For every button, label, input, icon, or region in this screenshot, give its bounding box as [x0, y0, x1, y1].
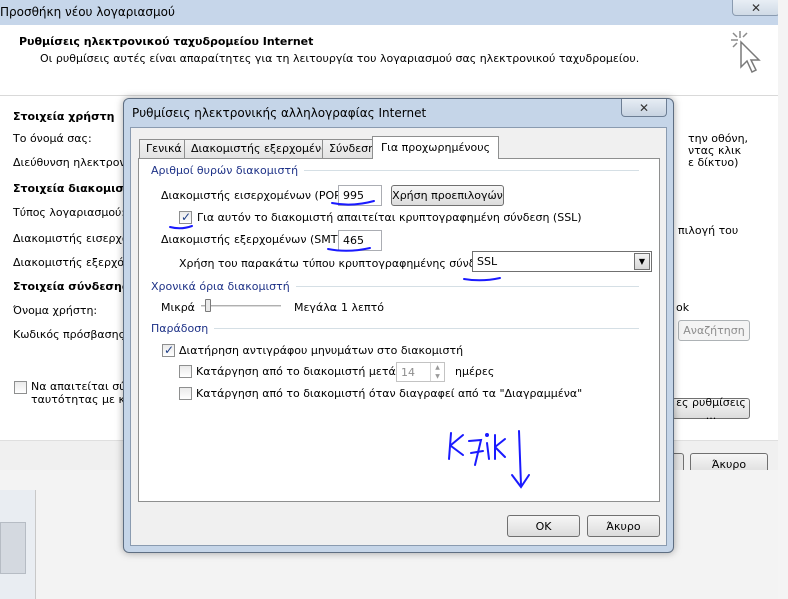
- group-ports-heading: Αριθμοί θυρών διακομιστή: [151, 164, 299, 177]
- timeout-value: 1 λεπτό: [341, 301, 384, 314]
- dropdown-arrow-icon[interactable]: ▼: [634, 253, 650, 270]
- remove-deleted-checkbox[interactable]: [179, 387, 192, 400]
- bg-right-edge: [778, 0, 788, 599]
- tab-advanced[interactable]: Για προχωρημένους: [372, 136, 500, 159]
- bg-header-title: Ρυθμίσεις ηλεκτρονικού ταχυδρομείου Inte…: [19, 35, 314, 48]
- timeout-slider[interactable]: [201, 299, 281, 313]
- ssl-checkbox[interactable]: ✓: [179, 210, 192, 224]
- more-settings-button[interactable]: ες ρυθμίσεις ...: [672, 396, 750, 422]
- timeout-long-label: Μεγάλα: [294, 301, 337, 314]
- dialog-client: Γενικά Διακομιστής εξερχομένων Σύνδεση Γ…: [130, 127, 667, 546]
- group-timeouts-heading: Χρονικά όρια διακομιστή: [151, 280, 290, 293]
- bg-close-button[interactable]: ✕: [732, 0, 780, 16]
- incoming-port-input[interactable]: 995: [338, 185, 382, 206]
- remove-after-checkbox[interactable]: [179, 365, 192, 378]
- section-user: Στοιχεία χρήστη: [13, 110, 115, 123]
- right-text-4: πιλογή του: [678, 224, 739, 237]
- section-server: Στοιχεία διακομιστή: [13, 182, 139, 195]
- timeout-slider-thumb[interactable]: [205, 299, 211, 312]
- search-button[interactable]: Αναζήτηση: [678, 320, 750, 341]
- incoming-port-label: Διακομιστής εισερχομένων (POP3):: [161, 189, 356, 202]
- label-password: Κωδικός πρόσβασης:: [13, 328, 129, 341]
- remove-deleted-label: Κατάργηση από το διακομιστή όταν διαγραφ…: [196, 387, 583, 400]
- remove-after-days-value: 14: [401, 366, 415, 379]
- right-text-3: ε δίκτυο): [688, 156, 739, 169]
- encryption-select[interactable]: SSL ▼: [472, 251, 652, 272]
- bg-header-subtitle: Οι ρυθμίσεις αυτές είναι απαραίτητες για…: [40, 52, 640, 65]
- bg-window-title: Προσθήκη νέου λογαριασμού: [0, 5, 175, 19]
- spinner-up-icon[interactable]: ▲: [430, 363, 444, 372]
- ssl-checkbox-label: Για αυτόν το διακομιστή απαιτείται κρυπτ…: [197, 211, 582, 224]
- keep-copy-label: Διατήρηση αντιγράφου μηνυμάτων στο διακο…: [179, 344, 464, 357]
- bg-left-panel-tile: [0, 522, 26, 574]
- section-login: Στοιχεία σύνδεσης: [13, 280, 129, 293]
- outgoing-port-input[interactable]: 465: [338, 230, 382, 251]
- group-delivery-heading: Παράδοση: [151, 322, 209, 335]
- encryption-label: Χρήση του παρακάτω τύπου κρυπτογραφημένη…: [179, 257, 506, 270]
- label-username: Όνομα χρήστη:: [13, 304, 98, 317]
- outgoing-port-label: Διακομιστής εξερχομένων (SMTP):: [161, 233, 353, 246]
- tab-general[interactable]: Γενικά: [139, 139, 189, 158]
- bg-left-panel: [0, 490, 36, 599]
- remove-after-label: Κατάργηση από το διακομιστή μετά από: [196, 365, 420, 378]
- tab-panel: Αριθμοί θυρών διακομιστή Διακομιστής εισ…: [138, 158, 660, 502]
- label-account-type: Τύπος λογαριασμού:: [13, 206, 126, 219]
- cancel-button[interactable]: Άκυρο: [587, 515, 660, 537]
- tab-outgoing-server[interactable]: Διακομιστής εξερχομένων: [184, 139, 344, 158]
- timeout-slider-track: [201, 305, 281, 307]
- use-defaults-button[interactable]: Χρήση προεπιλογών: [391, 185, 504, 206]
- right-text-5: ok: [676, 301, 690, 314]
- close-icon: ✕: [638, 100, 650, 115]
- timeout-short-label: Μικρά: [161, 301, 195, 314]
- ok-button[interactable]: ΟΚ: [507, 515, 580, 537]
- bg-header: Ρυθμίσεις ηλεκτρονικού ταχυδρομείου Inte…: [0, 25, 778, 95]
- days-label: ημέρες: [455, 365, 495, 378]
- dialog-close-button[interactable]: ✕: [621, 99, 667, 117]
- checkmark-icon: ✓: [164, 343, 175, 357]
- cursor-click-icon: [731, 31, 761, 74]
- spinner-down-icon[interactable]: ▼: [430, 372, 444, 381]
- group-delivery: Παράδοση: [151, 322, 639, 335]
- label-name: Το όνομά σας:: [13, 132, 92, 145]
- keep-copy-checkbox[interactable]: ✓: [162, 343, 175, 357]
- remove-after-days-spinner[interactable]: 14 ▲ ▼: [396, 362, 445, 382]
- handwritten-annotation: [448, 430, 530, 489]
- close-icon: ✕: [750, 0, 762, 15]
- dialog-title: Ρυθμίσεις ηλεκτρονικής αλληλογραφίας Int…: [132, 106, 427, 120]
- encryption-select-value: SSL: [477, 255, 498, 268]
- dialog: Ρυθμίσεις ηλεκτρονικής αλληλογραφίας Int…: [123, 98, 674, 553]
- checkmark-icon: ✓: [181, 210, 192, 224]
- spa-checkbox[interactable]: [14, 381, 27, 394]
- group-timeouts: Χρονικά όρια διακομιστή: [151, 280, 639, 293]
- group-ports: Αριθμοί θυρών διακομιστή: [151, 164, 639, 177]
